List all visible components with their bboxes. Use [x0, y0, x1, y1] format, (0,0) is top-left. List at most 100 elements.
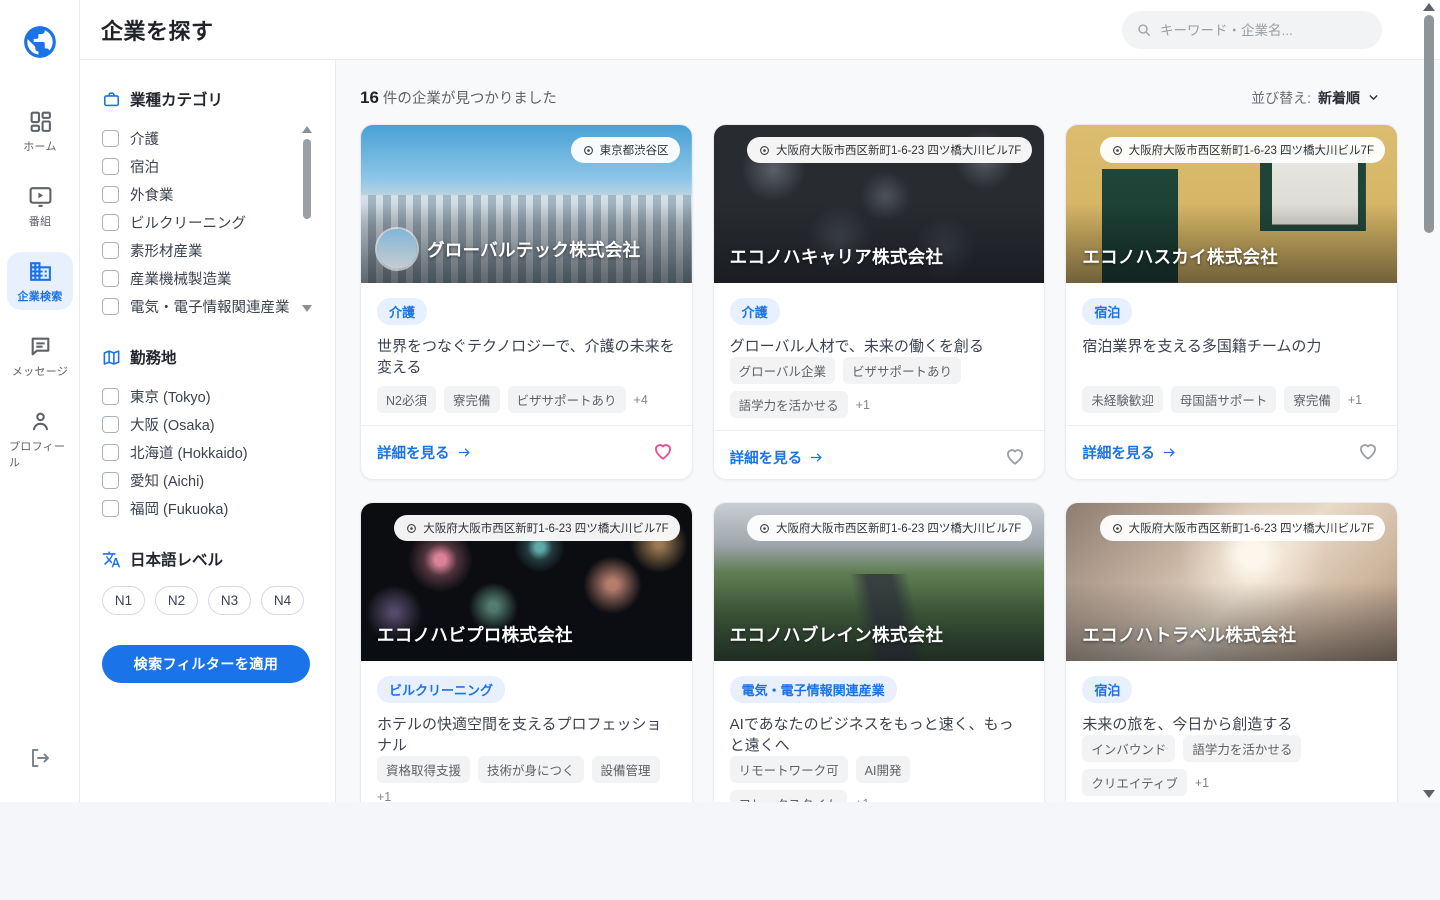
checkbox[interactable]	[102, 270, 119, 287]
location-option[interactable]: 大阪 (Osaka)	[102, 410, 293, 438]
industry-list-scrollbar[interactable]	[301, 126, 313, 312]
company-name: エコノハビプロ株式会社	[377, 622, 573, 647]
jlpt-level-row: N1 N2 N3 N4	[102, 586, 315, 615]
filter-panel: 業種カテゴリ 介護 宿泊 外食業 ビルクリーニング 素形材産業 産業機械製造業 …	[80, 60, 336, 802]
logout-button[interactable]	[28, 746, 52, 770]
filter-section-location: 勤務地 東京 (Tokyo) 大阪 (Osaka) 北海道 (Hokkaido)…	[102, 346, 315, 522]
checkbox[interactable]	[102, 214, 119, 231]
scrollbar-thumb[interactable]	[1424, 15, 1434, 233]
favorite-button[interactable]	[1355, 440, 1381, 466]
search-icon	[1136, 22, 1152, 38]
checkbox[interactable]	[102, 130, 119, 147]
translate-icon	[102, 550, 121, 569]
company-card[interactable]: 大阪府大阪市西区新町1-6-23 四ツ橋大川ビル7F エコノハビプロ株式会社 ビ…	[360, 502, 693, 802]
category-badge: 宿泊	[1082, 676, 1132, 703]
category-badge: 介護	[730, 298, 780, 325]
scroll-up-icon[interactable]	[1423, 3, 1435, 11]
industry-option[interactable]: 素形材産業	[102, 236, 293, 264]
nav-item-programs[interactable]: 番組	[7, 177, 73, 235]
scrollbar-thumb[interactable]	[303, 139, 311, 219]
company-card[interactable]: 大阪府大阪市西区新町1-6-23 四ツ橋大川ビル7F エコノハブレイン株式会社 …	[713, 502, 1046, 802]
company-tagline: ホテルの快適空間を支えるプロフェッショナル	[377, 714, 676, 756]
feature-tags: グローバル企業 ビザサポートあり 語学力を活かせる +1	[730, 357, 1029, 418]
company-tagline: 宿泊業界を支える多国籍チームの力	[1082, 336, 1381, 357]
scroll-down-icon[interactable]	[1423, 790, 1435, 798]
feature-tag: 設備管理	[592, 756, 660, 783]
nav-item-company-search[interactable]: 企業検索	[7, 252, 73, 310]
jlpt-pill-n4[interactable]: N4	[261, 586, 304, 615]
location-pin-icon	[582, 144, 595, 157]
jlpt-pill-n2[interactable]: N2	[155, 586, 198, 615]
industry-option[interactable]: 外食業	[102, 180, 293, 208]
more-tags-count: +1	[377, 790, 391, 802]
industry-option[interactable]: 介護	[102, 124, 293, 152]
feature-tags: インバウンド 語学力を活かせる クリエイティブ +1	[1082, 735, 1381, 796]
location-option[interactable]: 愛知 (Aichi)	[102, 466, 293, 494]
jlpt-pill-n3[interactable]: N3	[208, 586, 251, 615]
company-tagline: 未来の旅を、今日から創造する	[1082, 714, 1381, 735]
page-scrollbar[interactable]	[1421, 0, 1437, 802]
nav-label: 番組	[29, 213, 52, 229]
search-box[interactable]	[1122, 11, 1382, 49]
favorite-button[interactable]	[650, 440, 676, 466]
location-pin-icon	[405, 522, 418, 535]
checkbox[interactable]	[102, 298, 119, 315]
company-name: エコノハトラベル株式会社	[1082, 622, 1296, 647]
company-tagline: AIであなたのビジネスをもっと速く、もっと遠くへ	[730, 714, 1029, 756]
app-window: ホーム 番組 企業検索 メッセージ プロフィール 企業を探す	[0, 0, 1440, 802]
location-option[interactable]: 福岡 (Fukuoka)	[102, 494, 293, 522]
location-option[interactable]: 東京 (Tokyo)	[102, 382, 293, 410]
more-tags-count: +1	[855, 797, 869, 803]
nav-item-profile[interactable]: プロフィール	[7, 402, 73, 476]
checkbox[interactable]	[102, 500, 119, 517]
page-title: 企業を探す	[101, 14, 214, 46]
feature-tag: インバウンド	[1082, 735, 1175, 762]
details-link[interactable]: 詳細を見る	[377, 442, 472, 463]
company-cover-photo: 大阪府大阪市西区新町1-6-23 四ツ橋大川ビル7F エコノハスカイ株式会社	[1066, 125, 1397, 283]
apply-filters-button[interactable]: 検索フィルターを適用	[102, 645, 310, 683]
building-icon	[28, 259, 53, 284]
industry-option[interactable]: 産業機械製造業	[102, 264, 293, 292]
scroll-up-icon[interactable]	[302, 126, 312, 133]
location-pin-icon	[758, 144, 771, 157]
company-card-grid: 東京都渋谷区 グローバルテック株式会社 介護 世界をつなぐテクノロジーで、介護の…	[360, 124, 1398, 802]
location-option[interactable]: 北海道 (Hokkaido)	[102, 438, 293, 466]
company-card[interactable]: 大阪府大阪市西区新町1-6-23 四ツ橋大川ビル7F エコノハトラベル株式会社 …	[1065, 502, 1398, 802]
details-link[interactable]: 詳細を見る	[730, 447, 825, 468]
sort-value: 新着順	[1318, 88, 1360, 108]
nav-label: 企業検索	[17, 288, 62, 304]
filter-section-header: 日本語レベル	[102, 548, 315, 570]
category-badge: 介護	[377, 298, 427, 325]
checkbox[interactable]	[102, 388, 119, 405]
industry-option[interactable]: 電気・電子情報関連産業	[102, 292, 293, 320]
heart-icon	[652, 440, 674, 462]
company-avatar	[377, 229, 417, 269]
location-badge: 大阪府大阪市西区新町1-6-23 四ツ橋大川ビル7F	[747, 137, 1032, 163]
favorite-button[interactable]	[1002, 445, 1028, 471]
company-card[interactable]: 東京都渋谷区 グローバルテック株式会社 介護 世界をつなぐテクノロジーで、介護の…	[360, 124, 693, 480]
jlpt-pill-n1[interactable]: N1	[102, 586, 145, 615]
nav-item-home[interactable]: ホーム	[7, 102, 73, 160]
category-badge: 宿泊	[1082, 298, 1132, 325]
checkbox[interactable]	[102, 444, 119, 461]
company-tagline: グローバル人材で、未来の働くを創る	[730, 336, 1029, 357]
sort-dropdown[interactable]: 並び替え: 新着順	[1251, 88, 1380, 108]
industry-option[interactable]: 宿泊	[102, 152, 293, 180]
search-input[interactable]	[1160, 23, 1368, 38]
details-link[interactable]: 詳細を見る	[1082, 442, 1177, 463]
company-card[interactable]: 大阪府大阪市西区新町1-6-23 四ツ橋大川ビル7F エコノハスカイ株式会社 宿…	[1065, 124, 1398, 480]
checkbox[interactable]	[102, 158, 119, 175]
checkbox[interactable]	[102, 186, 119, 203]
nav-label: メッセージ	[12, 363, 68, 379]
location-badge: 大阪府大阪市西区新町1-6-23 四ツ橋大川ビル7F	[1100, 515, 1385, 541]
chat-icon	[28, 334, 53, 359]
chevron-down-icon	[1367, 91, 1380, 104]
checkbox[interactable]	[102, 242, 119, 259]
nav-item-messages[interactable]: メッセージ	[7, 327, 73, 385]
checkbox[interactable]	[102, 472, 119, 489]
company-card[interactable]: 大阪府大阪市西区新町1-6-23 四ツ橋大川ビル7F エコノハキャリア株式会社 …	[713, 124, 1046, 480]
checkbox[interactable]	[102, 416, 119, 433]
scroll-down-icon[interactable]	[302, 305, 312, 312]
industry-option[interactable]: ビルクリーニング	[102, 208, 293, 236]
feature-tag: 語学力を活かせる	[1183, 735, 1301, 762]
